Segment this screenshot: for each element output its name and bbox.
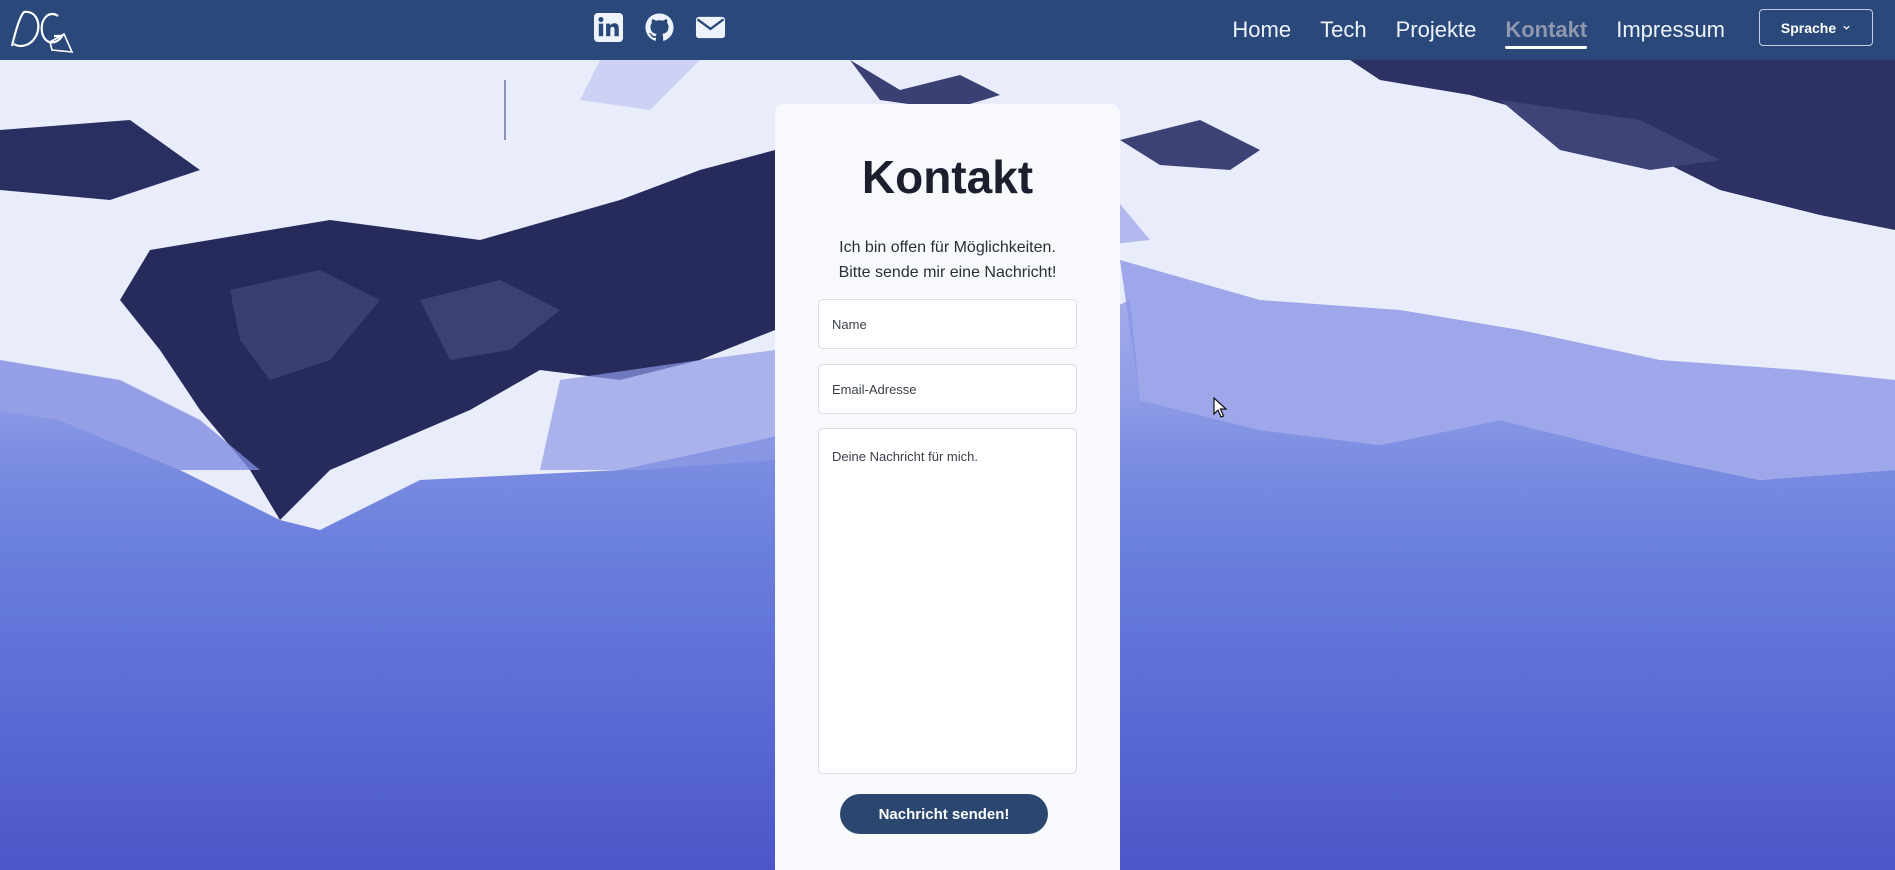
language-dropdown-button[interactable]: Sprache bbox=[1759, 9, 1873, 46]
email-input[interactable]: Email-Adresse bbox=[818, 364, 1077, 414]
intro-line-2: Bitte sende mir eine Nachricht! bbox=[838, 264, 1057, 281]
nav-link-projekte[interactable]: Projekte bbox=[1396, 19, 1477, 41]
contact-card: Kontakt Ich bin offen für Möglichkeiten.… bbox=[775, 104, 1120, 870]
mail-link[interactable] bbox=[695, 12, 726, 43]
mouse-cursor-icon bbox=[1213, 397, 1228, 418]
intro-line-1: Ich bin offen für Möglichkeiten. bbox=[839, 239, 1056, 256]
linkedin-link[interactable] bbox=[593, 12, 624, 43]
send-message-button[interactable]: Nachricht senden! bbox=[840, 794, 1048, 834]
chevron-down-icon bbox=[1843, 25, 1850, 30]
github-icon bbox=[645, 13, 674, 41]
email-placeholder: Email-Adresse bbox=[832, 381, 917, 397]
nav-link-kontakt[interactable]: Kontakt bbox=[1505, 19, 1587, 49]
nav-link-home[interactable]: Home bbox=[1232, 19, 1291, 41]
top-navbar: Home Tech Projekte Kontakt Impressum Spr… bbox=[0, 0, 1895, 60]
nav-link-impressum[interactable]: Impressum bbox=[1616, 19, 1725, 41]
linkedin-icon bbox=[593, 12, 624, 43]
contact-intro: Ich bin offen für Möglichkeiten. Bitte s… bbox=[775, 235, 1120, 285]
message-textarea[interactable]: Deine Nachricht für mich. bbox=[818, 428, 1077, 774]
message-placeholder: Deine Nachricht für mich. bbox=[832, 449, 978, 464]
main-nav: Home Tech Projekte Kontakt Impressum bbox=[1232, 0, 1725, 60]
name-placeholder: Name bbox=[832, 316, 867, 332]
page-title: Kontakt bbox=[861, 151, 1034, 203]
github-link[interactable] bbox=[644, 12, 675, 43]
logo-icon bbox=[10, 10, 74, 53]
site-logo[interactable] bbox=[6, 4, 76, 56]
social-links bbox=[593, 12, 726, 43]
language-button-label: Sprache bbox=[1780, 19, 1837, 36]
nav-link-tech[interactable]: Tech bbox=[1320, 19, 1366, 41]
name-input[interactable]: Name bbox=[818, 299, 1077, 349]
mail-icon bbox=[695, 16, 726, 39]
